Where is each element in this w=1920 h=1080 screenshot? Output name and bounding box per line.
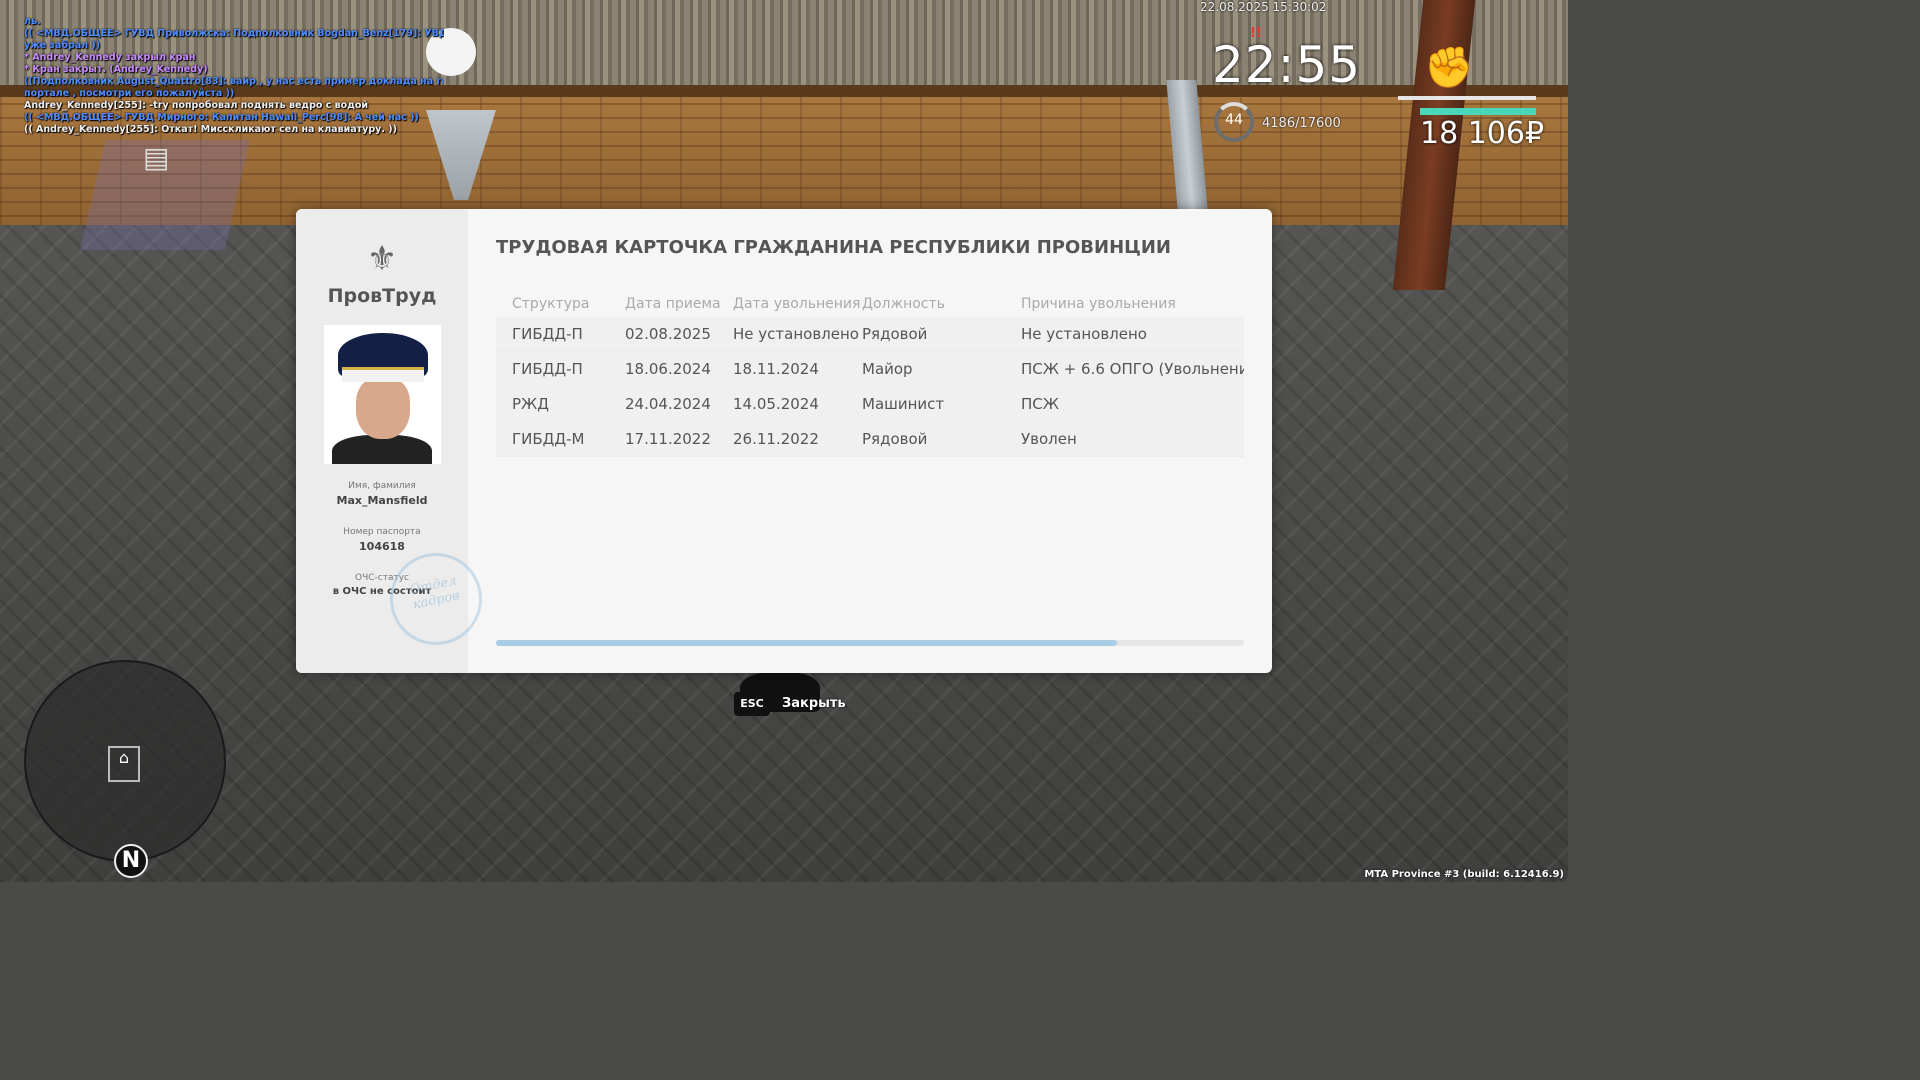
chat-line: (( <МВД.ОБЩЕЕ> ГУВД Мирного: Капитан Haw… bbox=[24, 112, 419, 123]
table-row: ГИБДД-П 02.08.2025 Не установлено Рядово… bbox=[496, 317, 1244, 352]
house-icon: ⌂ bbox=[108, 746, 140, 782]
table-cell: ПСЖ + 6.6 ОПГО (Увольнени bbox=[1021, 360, 1244, 378]
work-card-dialog: ⚜ ПровТруд Имя, фамилия Max_Mansfield Но… bbox=[296, 209, 1272, 673]
chat-line: * Andrey_Kennedy закрыл кран bbox=[24, 52, 196, 63]
esc-key-button[interactable]: ESC bbox=[734, 692, 770, 716]
chat-line: Andrey_Kennedy[255]: -try попробовал под… bbox=[24, 100, 369, 111]
table-cell: ГИБДД-М bbox=[512, 430, 585, 448]
chat-log: ль.(( <МВД.ОБЩЕЕ> ГУВД Приволжска: Подпо… bbox=[24, 16, 444, 136]
chat-line: ((Подполковник August_Quattro[83]: вайр … bbox=[24, 76, 444, 87]
employment-table: Структура Дата приема Дата увольнения До… bbox=[496, 291, 1244, 457]
table-cell: РЖД bbox=[512, 395, 549, 413]
table-row: РЖД 24.04.2024 14.05.2024 Машинист ПСЖ bbox=[496, 387, 1244, 422]
player-name: Max_Mansfield bbox=[336, 494, 428, 507]
health-bar bbox=[1398, 96, 1536, 100]
fist-icon: ✊ bbox=[1424, 45, 1474, 91]
card-title: ТРУДОВАЯ КАРТОЧКА ГРАЖДАНИНА РЕСПУБЛИКИ … bbox=[496, 237, 1171, 258]
table-cell: 18.06.2024 bbox=[625, 360, 711, 378]
level-number: 44 bbox=[1225, 112, 1243, 128]
passport-number: 104618 bbox=[359, 540, 405, 553]
column-header: Структура bbox=[512, 296, 590, 312]
compass-north: N bbox=[114, 844, 148, 878]
passport-label: Номер паспорта bbox=[343, 527, 421, 537]
table-cell: 02.08.2025 bbox=[625, 325, 711, 343]
table-cell: Машинист bbox=[862, 395, 945, 413]
name-label: Имя, фамилия bbox=[348, 481, 416, 491]
avatar bbox=[324, 325, 441, 464]
chat-line: (( Andrey_Kennedy[255]: Откат! Миссклика… bbox=[24, 124, 397, 135]
datetime: 22.08.2025 15:30:02 bbox=[1200, 0, 1327, 14]
table-cell: 26.11.2022 bbox=[733, 430, 819, 448]
table-cell: 17.11.2022 bbox=[625, 430, 711, 448]
column-header: Должность bbox=[862, 296, 945, 312]
column-header: Дата увольнения bbox=[733, 296, 861, 312]
table-cell: Не установлено bbox=[1021, 325, 1147, 343]
scrollbar-thumb[interactable] bbox=[496, 640, 1117, 646]
chat-line: ль. bbox=[24, 16, 41, 27]
horizontal-scrollbar[interactable] bbox=[496, 640, 1244, 646]
table-cell: 24.04.2024 bbox=[625, 395, 711, 413]
column-header: Дата приема bbox=[625, 296, 721, 312]
table-row: ГИБДД-М 17.11.2022 26.11.2022 Рядовой Ув… bbox=[496, 422, 1244, 457]
chat-line: портале , посмотри его пожалуйста )) bbox=[24, 88, 235, 99]
table-cell: Не установлено bbox=[733, 325, 859, 343]
money: 18 106₽ bbox=[1420, 116, 1545, 151]
armor-bar bbox=[1420, 108, 1536, 115]
table-cell: ГИБДД-П bbox=[512, 360, 583, 378]
column-header: Причина увольнения bbox=[1021, 296, 1176, 312]
table-cell: ПСЖ bbox=[1021, 395, 1059, 413]
table-header: Структура Дата приема Дата увольнения До… bbox=[496, 291, 1244, 317]
table-cell: 14.05.2024 bbox=[733, 395, 819, 413]
table-cell: 18.11.2024 bbox=[733, 360, 819, 378]
table-cell: Майор bbox=[862, 360, 913, 378]
build-info: MTA Province #3 (build: 6.12416.9) bbox=[1364, 869, 1564, 880]
chat-line: (( <МВД.ОБЩЕЕ> ГУВД Приволжска: Подполко… bbox=[24, 28, 444, 39]
experience: 4186/17600 bbox=[1262, 116, 1341, 131]
chat-line: * Кран закрыт. (Andrey_Kennedy) bbox=[24, 64, 208, 75]
brand-title: ПровТруд bbox=[327, 285, 437, 307]
document-icon: ▤ bbox=[143, 141, 170, 174]
table-cell: Рядовой bbox=[862, 430, 928, 448]
emblem-icon: ⚜ bbox=[366, 239, 398, 279]
table-cell: Рядовой bbox=[862, 325, 928, 343]
close-button[interactable]: Закрыть bbox=[782, 696, 846, 711]
game-clock: 22:55 bbox=[1212, 36, 1362, 94]
chat-line: уже забрал )) bbox=[24, 40, 101, 51]
table-cell: Уволен bbox=[1021, 430, 1077, 448]
table-row: ГИБДД-П 18.06.2024 18.11.2024 Майор ПСЖ … bbox=[496, 352, 1244, 387]
table-cell: ГИБДД-П bbox=[512, 325, 583, 343]
